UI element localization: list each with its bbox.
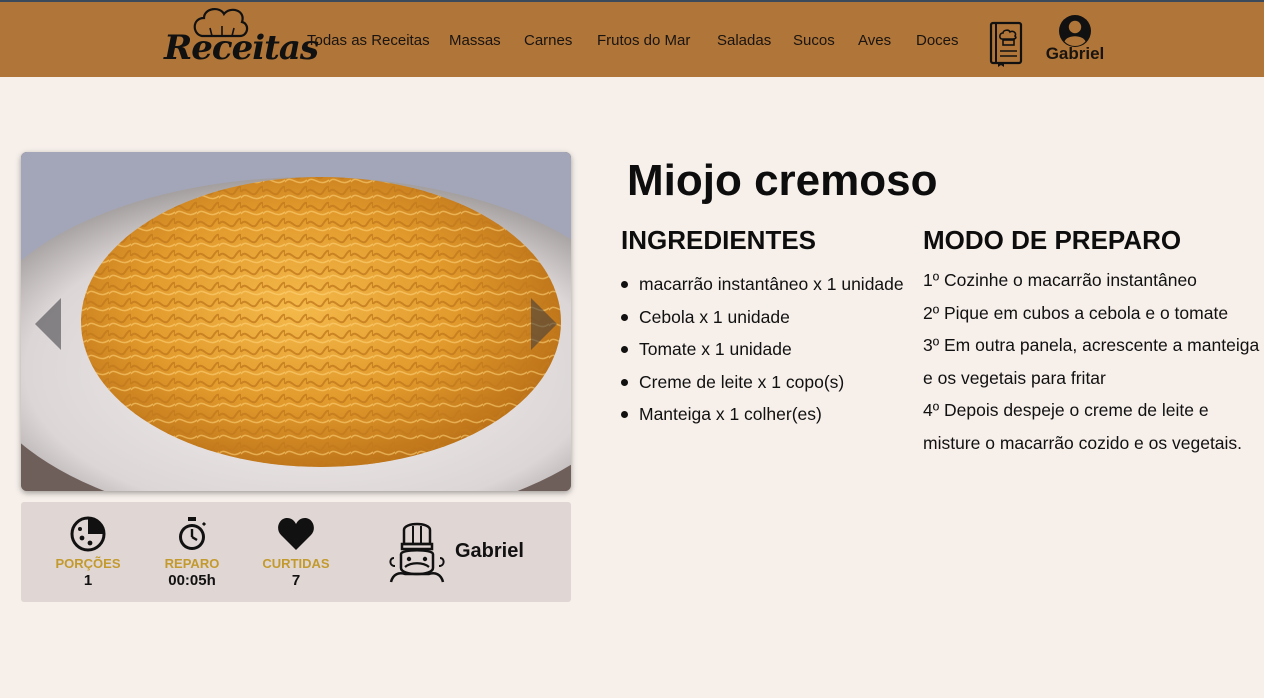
ingredient-item: Creme de leite x 1 copo(s)	[621, 366, 904, 399]
stat-prep-time: REPARO 00:05h	[147, 516, 237, 589]
preparation-heading: MODO DE PREPARO	[923, 225, 1182, 255]
heart-icon[interactable]	[277, 516, 315, 552]
recipe-book-icon[interactable]	[988, 21, 1024, 67]
stat-likes[interactable]: CURTIDAS 7	[251, 516, 341, 589]
ingredient-item: macarrão instantâneo x 1 unidade	[621, 268, 904, 301]
nav-item-todas[interactable]: Todas as Receitas	[307, 32, 430, 49]
carousel-next-arrow[interactable]	[529, 298, 557, 350]
ingredient-item: Tomate x 1 unidade	[621, 333, 904, 366]
nav-item-saladas[interactable]: Saladas	[717, 32, 771, 49]
stopwatch-icon	[179, 517, 207, 550]
nav-item-massas[interactable]: Massas	[449, 32, 501, 49]
stat-likes-value: 7	[291, 572, 301, 589]
ingredients-heading: INGREDIENTES	[621, 225, 817, 255]
author-avatar[interactable]	[387, 516, 447, 591]
nav-item-frutos-do-mar[interactable]: Frutos do Mar	[597, 32, 690, 49]
ingredient-item: Cebola x 1 unidade	[621, 301, 904, 334]
preparation-step: 2º Pique em cubos a cebola e o tomate	[923, 302, 1229, 323]
logo-text: Receitas	[164, 28, 319, 68]
stat-portions-value: 1	[83, 572, 93, 589]
user-menu[interactable]: Gabriel	[1040, 14, 1110, 66]
recipe-stats-bar: PORÇÕES 1 REPARO 00:05h CURTIDAS 7 Gabri…	[21, 502, 571, 602]
recipe-photo-carousel[interactable]	[21, 152, 571, 491]
preparation-step: 4º Depois despeje o creme de leite e mis…	[923, 400, 1243, 453]
nav-item-aves[interactable]: Aves	[858, 32, 891, 49]
ingredient-item: Manteiga x 1 colher(es)	[621, 398, 904, 431]
author-name[interactable]: Gabriel	[455, 540, 524, 563]
stat-portions-label: PORÇÕES	[55, 556, 121, 571]
recipe-photo	[21, 152, 571, 491]
chef-icon	[389, 522, 445, 583]
ingredients-list: macarrão instantâneo x 1 unidade Cebola …	[621, 268, 904, 431]
stat-prep-label: REPARO	[164, 556, 220, 571]
stat-prep-value: 00:05h	[168, 572, 216, 589]
recipe-title: Miojo cremoso	[627, 156, 938, 205]
nav-item-doces[interactable]: Doces	[916, 32, 959, 49]
nav-item-sucos[interactable]: Sucos	[793, 32, 835, 49]
top-navbar: Receitas Todas as Receitas Massas Carnes…	[0, 0, 1264, 77]
pizza-icon	[70, 516, 106, 552]
carousel-prev-arrow[interactable]	[35, 298, 63, 350]
site-logo[interactable]: Receitas	[160, 6, 319, 78]
preparation-steps: 1º Cozinhe o macarrão instantâneo 2º Piq…	[923, 264, 1263, 459]
user-avatar-icon	[1059, 15, 1091, 47]
stat-portions: PORÇÕES 1	[43, 516, 133, 589]
stat-likes-label: CURTIDAS	[262, 556, 330, 571]
nav-item-carnes[interactable]: Carnes	[524, 32, 572, 49]
preparation-step: 1º Cozinhe o macarrão instantâneo	[923, 270, 1197, 290]
preparation-step: 3º Em outra panela, acrescente a manteig…	[923, 335, 1260, 388]
user-name: Gabriel	[1045, 44, 1105, 63]
